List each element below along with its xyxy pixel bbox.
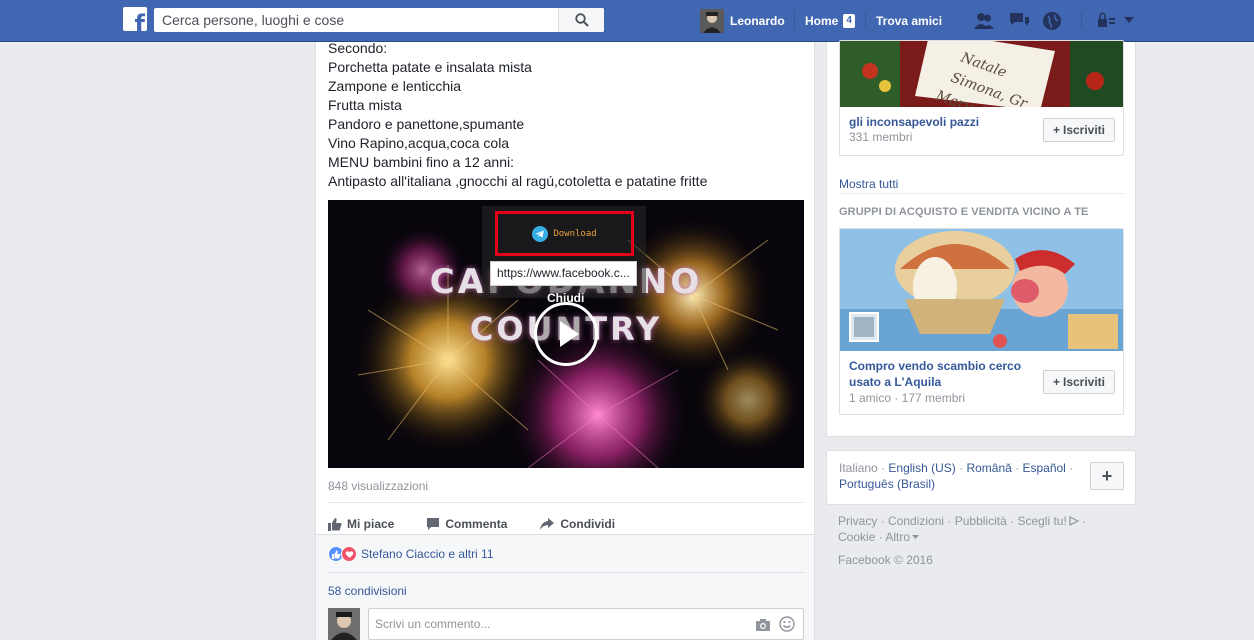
group-name-line1[interactable]: Compro vendo scambio cerco	[849, 358, 1021, 374]
post-line: MENU bambini fino a 12 anni:	[328, 154, 514, 170]
footer-link[interactable]: Privacy	[838, 514, 877, 528]
comment-input[interactable]: Scrivi un commento...	[368, 608, 804, 640]
join-group-button[interactable]: + Iscriviti	[1043, 370, 1115, 394]
find-friends-label: Trova amici	[876, 14, 943, 28]
ad-choices-icon[interactable]	[1069, 516, 1080, 526]
avatar	[700, 9, 724, 33]
reactions-text: Stefano Ciaccio e altri 11	[361, 547, 494, 561]
join-label: Iscriviti	[1062, 375, 1106, 389]
home-link[interactable]: Home 4	[805, 0, 855, 42]
messages-icon[interactable]	[1008, 10, 1030, 32]
profile-name: Leonardo	[730, 14, 785, 28]
post-line: Porchetta patate e insalata mista	[328, 59, 532, 75]
play-button[interactable]	[534, 302, 598, 366]
group-cover-image	[840, 229, 1123, 351]
shares-count[interactable]: 58 condivisioni	[328, 584, 407, 598]
privacy-shortcuts-icon[interactable]	[1097, 10, 1119, 32]
profile-link[interactable]: Leonardo	[700, 0, 785, 42]
video-player[interactable]: CAPODANNO COUNTRY Download https://www.f…	[328, 200, 804, 468]
post-line: Secondo:	[328, 40, 388, 56]
current-language: Italiano	[839, 461, 878, 475]
post-line: Antipasto all'italiana ,gnocchi al ragú,…	[328, 173, 708, 189]
language-option[interactable]: Español	[1022, 461, 1065, 475]
friend-requests-icon[interactable]	[973, 10, 995, 32]
post-line: Frutta mista	[328, 97, 402, 113]
emoji-icon[interactable]	[779, 616, 795, 632]
language-list: Italiano · English (US) · Română · Españ…	[839, 461, 1074, 491]
group-name[interactable]: gli inconsapevoli pazzi	[849, 114, 979, 130]
search-input[interactable]	[154, 8, 558, 32]
like-button[interactable]: Mi piace	[328, 517, 394, 531]
more-languages-button[interactable]: +	[1090, 462, 1124, 490]
group-cover-image: Natale Simona, Gr Mary, Gir	[840, 41, 1123, 126]
language-selector: Italiano · English (US) · Română · Españ…	[826, 450, 1136, 505]
footer-link[interactable]: Pubblicità	[955, 514, 1007, 528]
view-count: 848 visualizzazioni	[328, 479, 429, 493]
group-card[interactable]: Compro vendo scambio cerco usato a L'Aqu…	[839, 228, 1124, 415]
home-badge: 4	[843, 14, 855, 28]
share-label: Condividi	[560, 517, 616, 531]
footer-link[interactable]: Scegli tu!	[1017, 514, 1066, 528]
notifications-globe-icon[interactable]	[1041, 10, 1063, 32]
plus-icon: +	[1101, 465, 1113, 486]
comment-placeholder: Scrivi un commento...	[375, 617, 491, 631]
post-line: Zampone e lenticchia	[328, 78, 462, 94]
post-footer: Stefano Ciaccio e altri 11 58 condivisio…	[316, 534, 814, 640]
comment-icon	[427, 518, 440, 530]
telegram-icon	[532, 225, 549, 242]
post-line: Pandoro e panettone,spumante	[328, 116, 525, 132]
join-label: Iscriviti	[1062, 123, 1106, 137]
top-bar: f Leonardo Home 4 Trova amici	[0, 0, 1254, 42]
comment-button[interactable]: Commenta	[426, 517, 507, 531]
camera-icon[interactable]	[755, 618, 771, 632]
play-icon	[560, 321, 579, 347]
search-button[interactable]	[558, 8, 604, 32]
avatar	[328, 608, 360, 640]
join-group-button[interactable]: + Iscriviti	[1043, 118, 1115, 142]
search-icon	[574, 13, 589, 27]
news-feed-post: Secondo: Porchetta patate e insalata mis…	[315, 39, 815, 640]
comment-label: Commenta	[445, 517, 508, 531]
group-members: 331 membri	[849, 130, 913, 144]
language-option[interactable]: Română	[966, 461, 1011, 475]
download-label: Download	[553, 228, 597, 239]
find-friends-link[interactable]: Trova amici	[876, 0, 942, 42]
like-label: Mi piace	[347, 517, 395, 531]
group-members: 1 amico · 177 membri	[849, 391, 966, 405]
section-title: GRUPPI DI ACQUISTO E VENDITA VICINO A TE	[839, 206, 1089, 218]
plus-icon: +	[1052, 123, 1060, 137]
group-name-line2[interactable]: usato a L'Aquila	[849, 374, 941, 390]
share-arrow-icon	[540, 518, 555, 530]
group-card[interactable]: Natale Simona, Gr Mary, Gir gli inconsap…	[839, 40, 1124, 156]
home-label: Home	[805, 14, 839, 28]
footer-link[interactable]: Condizioni	[888, 514, 944, 528]
show-all-link[interactable]: Mostra tutti	[839, 177, 898, 191]
copyright: Facebook © 2016	[838, 553, 933, 567]
url-tooltip: https://www.facebook.c...	[490, 261, 637, 286]
share-button[interactable]: Condividi	[539, 517, 615, 531]
love-reaction-icon	[341, 546, 357, 562]
post-line: Vino Rapino,acqua,coca cola	[328, 135, 510, 151]
download-button[interactable]: Download	[495, 211, 634, 256]
account-menu-chevron-down-icon[interactable]	[1122, 13, 1136, 27]
footer-links: Privacy · Condizioni · Pubblicità · Sceg…	[838, 514, 1087, 544]
right-sidebar: Natale Simona, Gr Mary, Gir gli inconsap…	[826, 40, 1136, 437]
caret-down-icon	[912, 535, 920, 539]
plus-icon: +	[1052, 375, 1060, 389]
post-text: Secondo: Porchetta patate e insalata mis…	[328, 39, 707, 191]
language-option[interactable]: Português (Brasil)	[839, 477, 935, 491]
thumbs-up-icon	[328, 518, 342, 531]
footer-link[interactable]: Cookie	[838, 530, 875, 544]
search-bar	[154, 8, 604, 32]
language-option[interactable]: English (US)	[888, 461, 955, 475]
reactions-summary[interactable]: Stefano Ciaccio e altri 11	[328, 546, 494, 562]
footer-link[interactable]: Altro	[885, 530, 910, 544]
facebook-logo-icon[interactable]: f	[123, 7, 147, 31]
